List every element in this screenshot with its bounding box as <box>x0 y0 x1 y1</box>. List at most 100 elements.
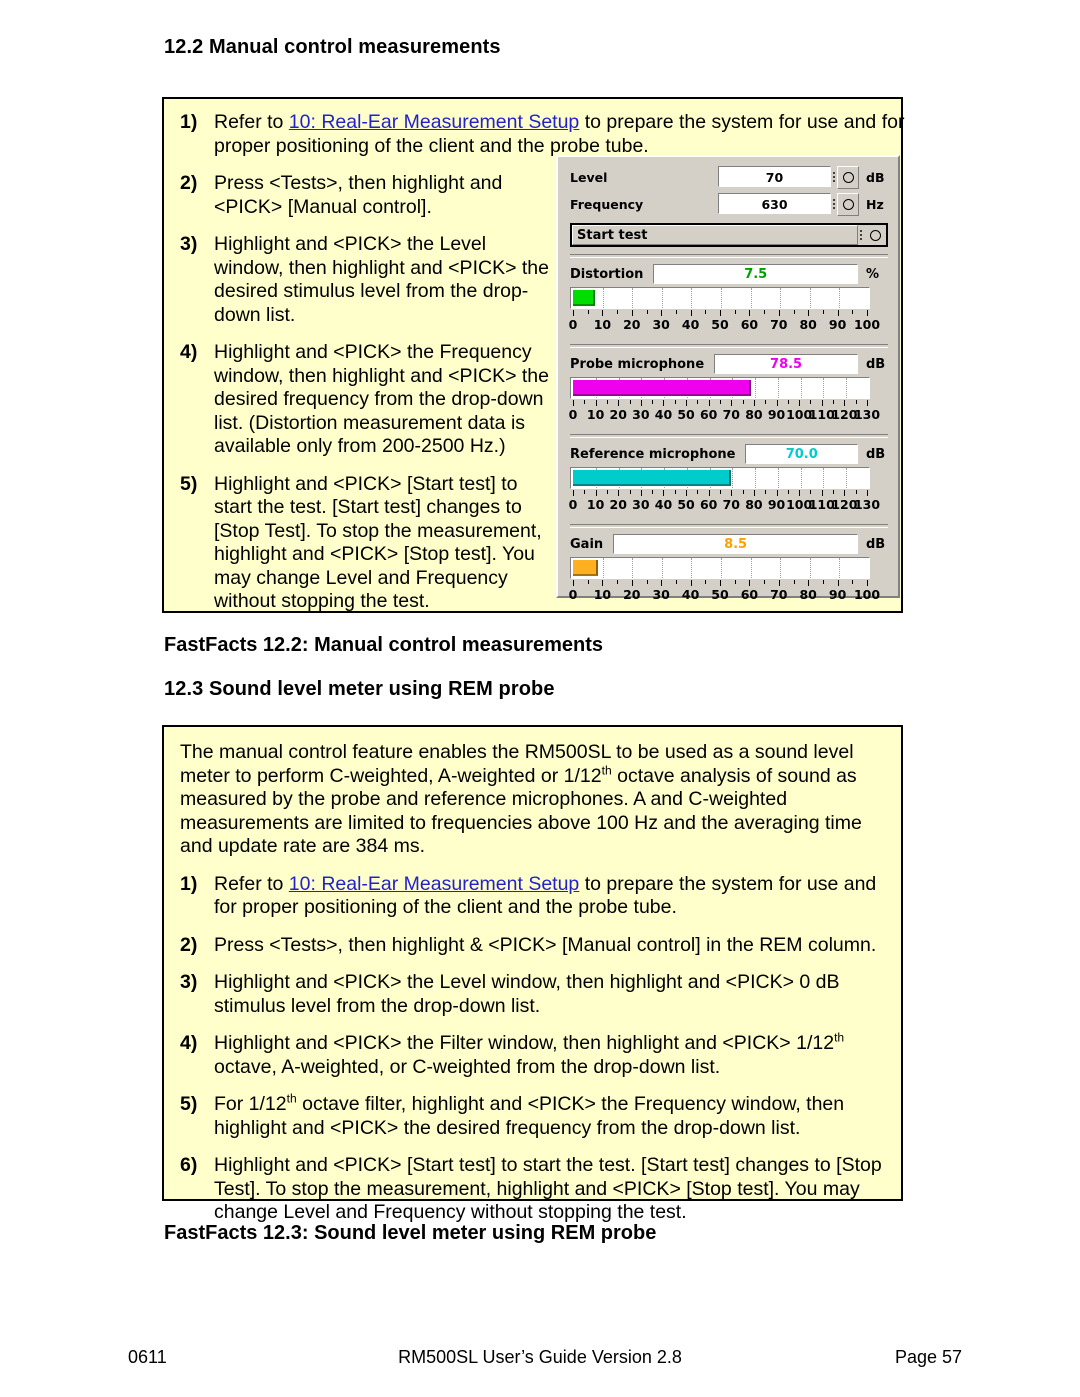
scale-label: 50 <box>711 317 729 332</box>
scale-tick-minor <box>674 400 676 404</box>
scale-tick <box>661 310 663 316</box>
scale-tick <box>753 400 755 406</box>
start-test-action-button[interactable] <box>864 225 886 245</box>
scale-label: 10 <box>586 497 605 512</box>
scale-tick <box>720 580 721 586</box>
scale-tick <box>663 490 665 496</box>
scale-tick <box>749 310 751 316</box>
frequency-value-input[interactable]: 630 <box>718 192 831 214</box>
distortion-value: 7.5 <box>653 264 858 284</box>
step-number: 2) <box>180 172 198 194</box>
scale-tick-minor <box>822 310 824 314</box>
scale-tick-minor <box>646 310 648 314</box>
scale-tick <box>686 490 688 496</box>
scale-tick <box>821 490 823 496</box>
probe-microphone-header: Probe microphone 78.5 dB <box>570 353 888 375</box>
scale-tick <box>837 580 839 586</box>
level-spin-button[interactable] <box>837 165 859 189</box>
scale-tick <box>573 400 574 406</box>
gain-bar-fill <box>573 560 598 576</box>
scale-label: 30 <box>652 317 670 332</box>
step-number: 2) <box>180 933 198 956</box>
scale-tick <box>640 400 642 406</box>
meter-distortion: Distortion 7.5% 0 10 20 30 40 50 60 70 80 90 100 <box>568 254 888 337</box>
step-text: Highlight and <PICK> the Level window, t… <box>214 233 549 326</box>
step-number: 6) <box>180 1154 198 1176</box>
scale-tick <box>778 310 780 316</box>
scale-label: 20 <box>623 317 641 332</box>
instruction-step: 3) Highlight and <PICK> the Level window,… <box>180 233 558 327</box>
scale-label: 60 <box>740 317 759 332</box>
scale-tick-minor <box>822 580 824 584</box>
level-value-input[interactable]: 70 <box>718 165 831 187</box>
footer-page-number: Page 57 <box>894 1347 962 1367</box>
step-number: 5) <box>180 472 198 495</box>
distortion-scale: 0 10 20 30 40 50 60 70 80 90 100 <box>568 310 880 337</box>
scale-tick-minor <box>765 400 767 404</box>
step-text: Refer to 10: Real-Ear Measurement Setup … <box>214 111 905 157</box>
scale-tick-minor <box>584 400 586 404</box>
manual-control-screenshot: Level 70 dB Frequency 630 Hz Start test … <box>556 155 900 602</box>
scale-tick-minor <box>787 400 789 404</box>
divider <box>570 254 888 258</box>
frequency-unit: Hz <box>866 196 884 212</box>
gain-label: Gain <box>570 536 604 552</box>
scale-tick-minor <box>674 490 676 494</box>
distortion-bar-fill <box>573 290 596 306</box>
scale-tick-minor <box>810 400 812 404</box>
step-number: 3) <box>180 233 198 255</box>
scale-label: 20 <box>609 497 627 512</box>
step-text: Press <Tests>, then highlight and <PICK>… <box>214 172 503 218</box>
instruction-step: 1) Refer to 10: Real-Ear Measurement Setu… <box>180 873 887 920</box>
instruction-list-12-2: 1) Refer to 10: Real-Ear Measurement Setu… <box>180 111 904 614</box>
intro-paragraph: The manual control feature enables the R… <box>180 741 862 857</box>
scale-tick-minor <box>629 490 631 494</box>
scale-tick <box>686 400 688 406</box>
instruction-step: 2) Press <Tests>, then highlight and <PIC… <box>180 172 558 219</box>
step-number: 5) <box>180 1093 198 1115</box>
scale-tick <box>618 400 620 406</box>
scale-tick-minor <box>587 310 589 314</box>
scale-tick <box>776 490 778 496</box>
cross-reference-link[interactable]: 10: Real-Ear Measurement Setup <box>289 111 579 133</box>
start-test-button[interactable]: Start test <box>570 223 888 247</box>
scale-tick <box>749 580 751 586</box>
scale-tick-minor <box>697 400 699 404</box>
scale-label: 0 <box>568 497 578 512</box>
scale-tick-minor <box>742 400 744 404</box>
scale-label: 0 <box>568 317 578 332</box>
scale-tick <box>618 490 620 496</box>
probe-microphone-bar-track <box>570 377 870 399</box>
scale-label: 20 <box>623 587 641 602</box>
instruction-step: 1) Refer to 10: Real-Ear Measurement Setu… <box>180 111 920 158</box>
step-number: 4) <box>180 341 198 363</box>
bar-gridlines <box>571 558 869 578</box>
instructions-box-12-3: The manual control feature enables the R… <box>162 725 903 1223</box>
scale-tick <box>661 580 663 586</box>
scale-label: 50 <box>711 587 729 602</box>
scale-tick-minor <box>587 580 589 584</box>
meter-gain: Gain 8.5 dB 0 10 20 30 40 50 60 70 80 90 100 <box>569 524 888 607</box>
instruction-step: 2) Press <Tests>, then highlight & <PICK>… <box>180 934 887 958</box>
circle-icon <box>842 171 854 183</box>
gain-bar-track <box>570 557 870 579</box>
scale-tick <box>708 490 710 496</box>
circle-icon <box>842 198 854 210</box>
scale-label: 90 <box>828 317 847 332</box>
scale-tick-minor <box>855 490 857 494</box>
step-text: Highlight and <PICK> [Start test] to sta… <box>214 1154 882 1223</box>
cross-reference-link[interactable]: 10: Real-Ear Measurement Setup <box>289 873 579 895</box>
scale-tick <box>595 400 597 406</box>
step-text: For 1/12th octave filter, highlight and … <box>214 1091 845 1139</box>
scale-tick <box>690 310 692 316</box>
scale-label: 70 <box>722 407 740 422</box>
step-text: Highlight and <PICK> the Level window, t… <box>214 971 840 1017</box>
scale-label: 80 <box>799 587 817 602</box>
scale-tick <box>602 310 604 316</box>
scale-label: 50 <box>677 407 695 422</box>
level-label: Level <box>570 169 608 185</box>
scale-tick <box>776 400 778 406</box>
frequency-field-row: Frequency 630 Hz <box>570 192 888 216</box>
distortion-label: Distortion <box>570 266 644 282</box>
frequency-spin-button[interactable] <box>837 192 859 216</box>
